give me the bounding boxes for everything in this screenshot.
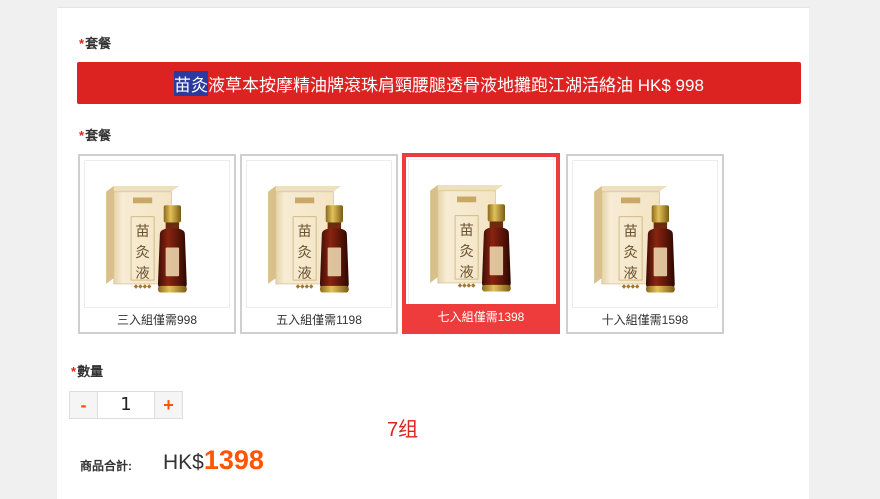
svg-text:液: 液 [135, 265, 149, 282]
quantity-label-text: 數量 [77, 364, 104, 379]
banner-text: 液草本按摩精油牌滾珠肩頸腰腿透骨液地攤跑江湖活絡油 HK$ 998 [208, 75, 704, 95]
product-image: 苗灸液 ◆◆◆◆ [246, 160, 392, 308]
required-star: * [79, 128, 85, 143]
essential-oil-product-icon: 苗灸液 ◆◆◆◆ [268, 186, 349, 293]
svg-text:◆◆◆◆: ◆◆◆◆ [296, 284, 314, 290]
svg-text:液: 液 [297, 265, 311, 282]
svg-text:灸: 灸 [297, 244, 311, 261]
total-price: HK$ 1398 [163, 445, 264, 476]
svg-text:液: 液 [459, 264, 473, 281]
package-label-text: 套餐 [85, 128, 112, 143]
svg-text:◆◆◆◆: ◆◆◆◆ [134, 284, 152, 290]
decrement-button[interactable]: - [70, 392, 97, 418]
total-label: 商品合計: [80, 459, 132, 473]
svg-text:灸: 灸 [459, 243, 473, 260]
svg-text:苗: 苗 [623, 223, 637, 240]
svg-text:灸: 灸 [623, 244, 637, 261]
option-caption: 七入組僅需1398 [406, 304, 556, 330]
svg-text:苗: 苗 [297, 223, 311, 240]
option-caption: 五入組僅需1198 [276, 313, 362, 327]
product-image: 苗灸液 ◆◆◆◆ [572, 160, 718, 308]
currency: HK$ [163, 451, 204, 474]
essential-oil-product-icon: 苗灸液 ◆◆◆◆ [594, 186, 675, 293]
annotation-note: 7组 [387, 419, 419, 441]
selected-product-banner[interactable]: 苗灸 液草本按摩精油牌滾珠肩頸腰腿透骨液地攤跑江湖活絡油 HK$ 998 [77, 62, 801, 104]
svg-text:苗: 苗 [459, 222, 473, 239]
quantity-label: *數量 [71, 361, 103, 380]
increment-button[interactable]: + [155, 392, 182, 418]
product-image: 苗灸液 ◆◆◆◆ [408, 159, 554, 307]
essential-oil-product-icon: 苗灸液 ◆◆◆◆ [430, 185, 511, 292]
svg-text:◆◆◆◆: ◆◆◆◆ [458, 283, 476, 289]
svg-text:◆◆◆◆: ◆◆◆◆ [622, 284, 640, 290]
package-option-1[interactable]: 苗灸液 ◆◆◆◆ 三入組僅需998 [78, 154, 236, 334]
package-label-1: *套餐 [79, 33, 111, 52]
product-options-panel: *套餐 苗灸 液草本按摩精油牌滾珠肩頸腰腿透骨液地攤跑江湖活絡油 HK$ 998 … [57, 7, 809, 499]
required-star: * [71, 364, 77, 379]
product-image: 苗灸液 ◆◆◆◆ [84, 160, 230, 308]
package-option-3-selected[interactable]: 苗灸液 ◆◆◆◆ 七入組僅需1398 [402, 153, 560, 334]
essential-oil-product-icon: 苗灸液 ◆◆◆◆ [106, 186, 187, 293]
quantity-stepper: - 1 + [69, 391, 183, 419]
svg-text:灸: 灸 [135, 244, 149, 261]
package-label-2: *套餐 [79, 125, 111, 144]
option-caption: 三入組僅需998 [116, 313, 198, 327]
total-amount: 1398 [203, 445, 264, 475]
required-star: * [79, 36, 85, 51]
option-caption: 十入組僅需1598 [601, 313, 689, 327]
selected-text-highlight: 苗灸 [174, 70, 209, 96]
svg-text:液: 液 [623, 265, 637, 282]
svg-text:苗: 苗 [135, 223, 149, 240]
package-label-text: 套餐 [85, 36, 112, 51]
package-option-4[interactable]: 苗灸液 ◆◆◆◆ 十入組僅需1598 [566, 154, 724, 334]
package-option-2[interactable]: 苗灸液 ◆◆◆◆ 五入組僅需1198 [240, 154, 398, 334]
quantity-input[interactable]: 1 [97, 392, 155, 418]
